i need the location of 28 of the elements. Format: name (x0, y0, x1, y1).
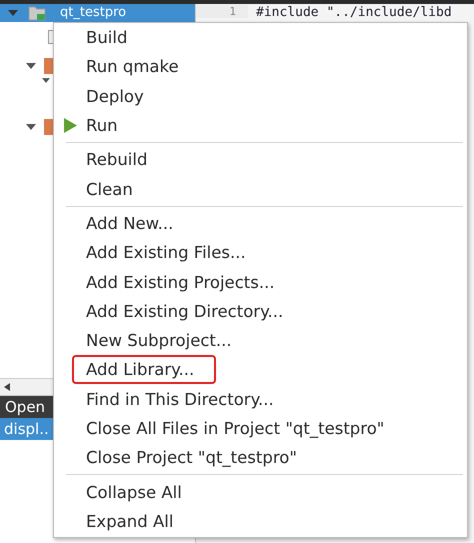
menu-item[interactable]: Clean (86, 178, 133, 201)
expand-arrow-icon[interactable] (26, 124, 36, 130)
folder-icon (44, 58, 54, 74)
menu-item[interactable]: Close All Files in Project "qt_testpro" (86, 417, 384, 440)
menu-item[interactable]: Add New... (86, 212, 174, 235)
expand-arrow-icon[interactable] (42, 78, 50, 83)
folder-icon (44, 119, 54, 135)
menu-item[interactable]: Expand All (86, 510, 174, 533)
menu-item[interactable]: New Subproject... (86, 329, 232, 352)
scroll-left-icon[interactable] (4, 383, 10, 391)
menu-item[interactable]: Add Existing Files... (86, 241, 246, 264)
project-folder-icon (28, 5, 46, 21)
menu-item[interactable]: Deploy (86, 84, 144, 108)
tree-item[interactable]: qt_testpro (0, 4, 195, 22)
menu-item[interactable]: Add Existing Directory... (86, 300, 284, 323)
expand-arrow-icon[interactable] (8, 10, 18, 16)
menu-item[interactable]: Run qmake (86, 55, 179, 78)
menu-item[interactable]: Add Existing Projects... (86, 270, 275, 294)
menu-item[interactable]: Build (86, 26, 128, 50)
menu-item[interactable]: Close Project "qt_testpro" (86, 446, 297, 470)
play-icon (64, 118, 77, 133)
code-line: #include "../include/libd (255, 5, 452, 20)
project-name: qt_testpro (60, 5, 126, 21)
menu-item[interactable]: Add Library... (74, 357, 214, 382)
menu-item[interactable]: Rebuild (86, 148, 148, 172)
menu-item[interactable]: Run (86, 114, 118, 138)
line-number: 1 (196, 5, 248, 18)
menu-item[interactable]: Collapse All (86, 480, 182, 504)
